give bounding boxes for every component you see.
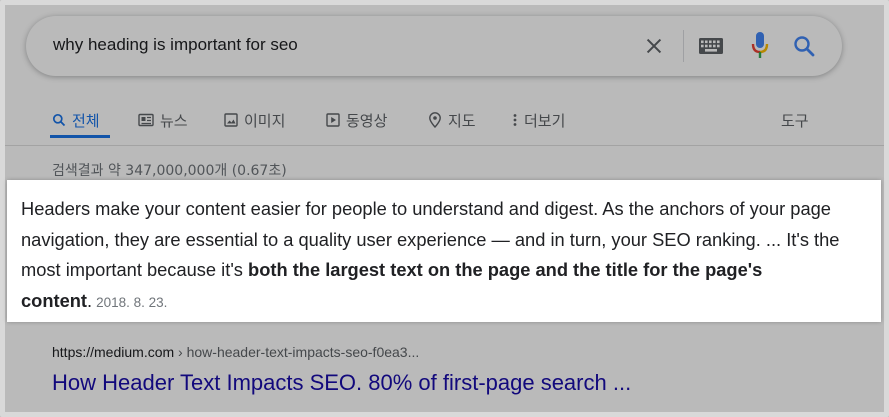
featured-snippet-highlight: Headers make your content easier for peo… (7, 180, 881, 322)
snippet-date: 2018. 8. 23. (96, 294, 168, 310)
snippet-end-text: . (87, 289, 93, 311)
featured-snippet-text: Headers make your content easier for peo… (21, 194, 866, 318)
